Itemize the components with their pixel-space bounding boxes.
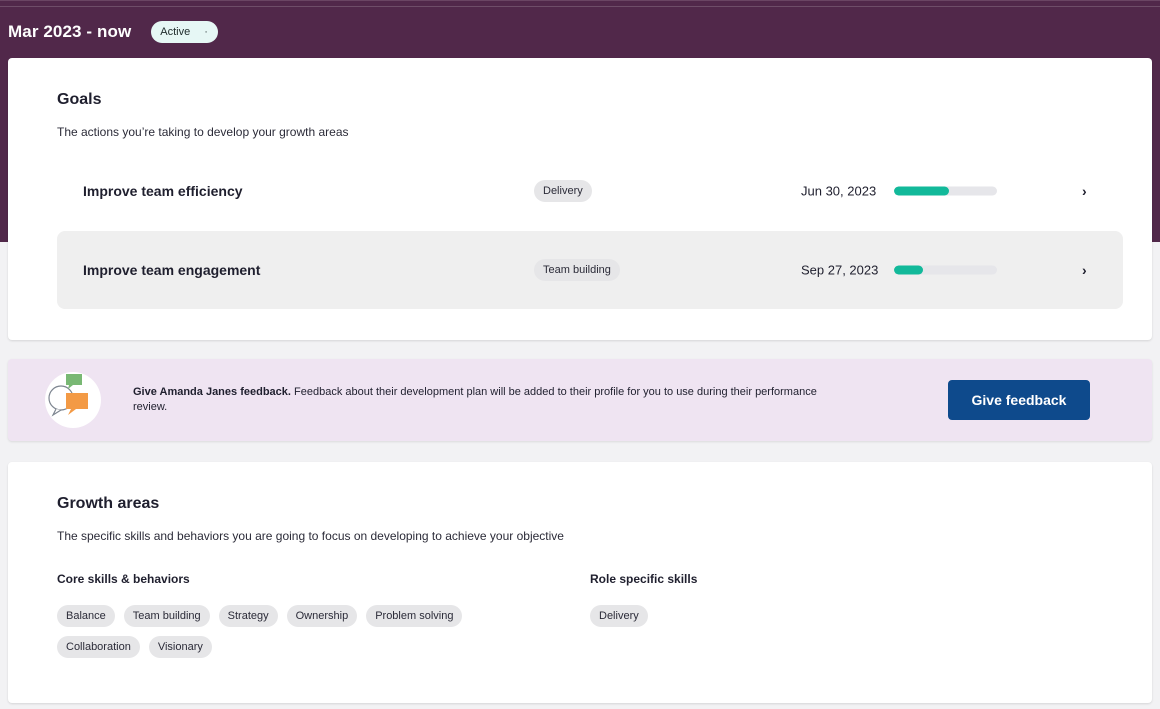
chevron-right-icon[interactable]: › (1082, 262, 1087, 278)
status-label: Active (160, 26, 191, 38)
growth-subtitle: The specific skills and behaviors you ar… (57, 529, 564, 543)
core-skills-heading: Core skills & behaviors (57, 572, 190, 586)
goal-progress-fill (894, 265, 923, 275)
status-dot-icon: · (204, 25, 208, 38)
role-skills-heading: Role specific skills (590, 572, 698, 586)
feedback-banner: Give Amanda Janes feedback. Feedback abo… (8, 359, 1152, 441)
feedback-lead: Give Amanda Janes feedback. (133, 386, 291, 398)
plan-period: Mar 2023 - now Active · (8, 21, 218, 43)
goal-row-team-efficiency[interactable]: Improve team efficiency Delivery Jun 30,… (57, 152, 1123, 230)
goal-progress-bar (894, 186, 997, 196)
skill-chip: Delivery (590, 605, 648, 627)
feedback-message: Give Amanda Janes feedback. Feedback abo… (133, 385, 853, 415)
role-skills-list: Delivery (590, 605, 990, 627)
period-label: Mar 2023 - now (8, 22, 132, 41)
status-badge: Active · (151, 21, 218, 43)
skill-chip: Team building (123, 605, 210, 627)
goal-row-team-engagement[interactable]: Improve team engagement Team building Se… (57, 231, 1123, 309)
skill-chip: Strategy (218, 605, 278, 627)
goal-progress-fill (894, 186, 949, 196)
goal-name: Improve team engagement (83, 262, 261, 278)
chevron-right-icon[interactable]: › (1082, 183, 1087, 199)
goal-tag: Team building (534, 259, 620, 281)
goal-name: Improve team efficiency (83, 183, 243, 199)
growth-title: Growth areas (57, 495, 160, 512)
skill-chip: Collaboration (57, 636, 140, 658)
feedback-chat-icon (45, 372, 101, 428)
goal-tag: Delivery (534, 180, 592, 202)
goal-due-date: Sep 27, 2023 (801, 262, 879, 278)
growth-areas-card: Growth areas The specific skills and beh… (8, 462, 1152, 703)
core-skills-list: Balance Team building Strategy Ownership… (57, 605, 527, 658)
give-feedback-button[interactable]: Give feedback (948, 380, 1090, 420)
skill-chip: Ownership (286, 605, 358, 627)
divider (0, 6, 1160, 7)
skill-chip: Problem solving (366, 605, 463, 627)
goal-progress-bar (894, 265, 997, 275)
skill-chip: Visionary (148, 636, 212, 658)
goals-card: Goals The actions you’re taking to devel… (8, 58, 1152, 340)
goals-title: Goals (57, 91, 102, 108)
goal-due-date: Jun 30, 2023 (801, 183, 877, 199)
goals-subtitle: The actions you’re taking to develop you… (57, 125, 349, 139)
skill-chip: Balance (57, 605, 115, 627)
